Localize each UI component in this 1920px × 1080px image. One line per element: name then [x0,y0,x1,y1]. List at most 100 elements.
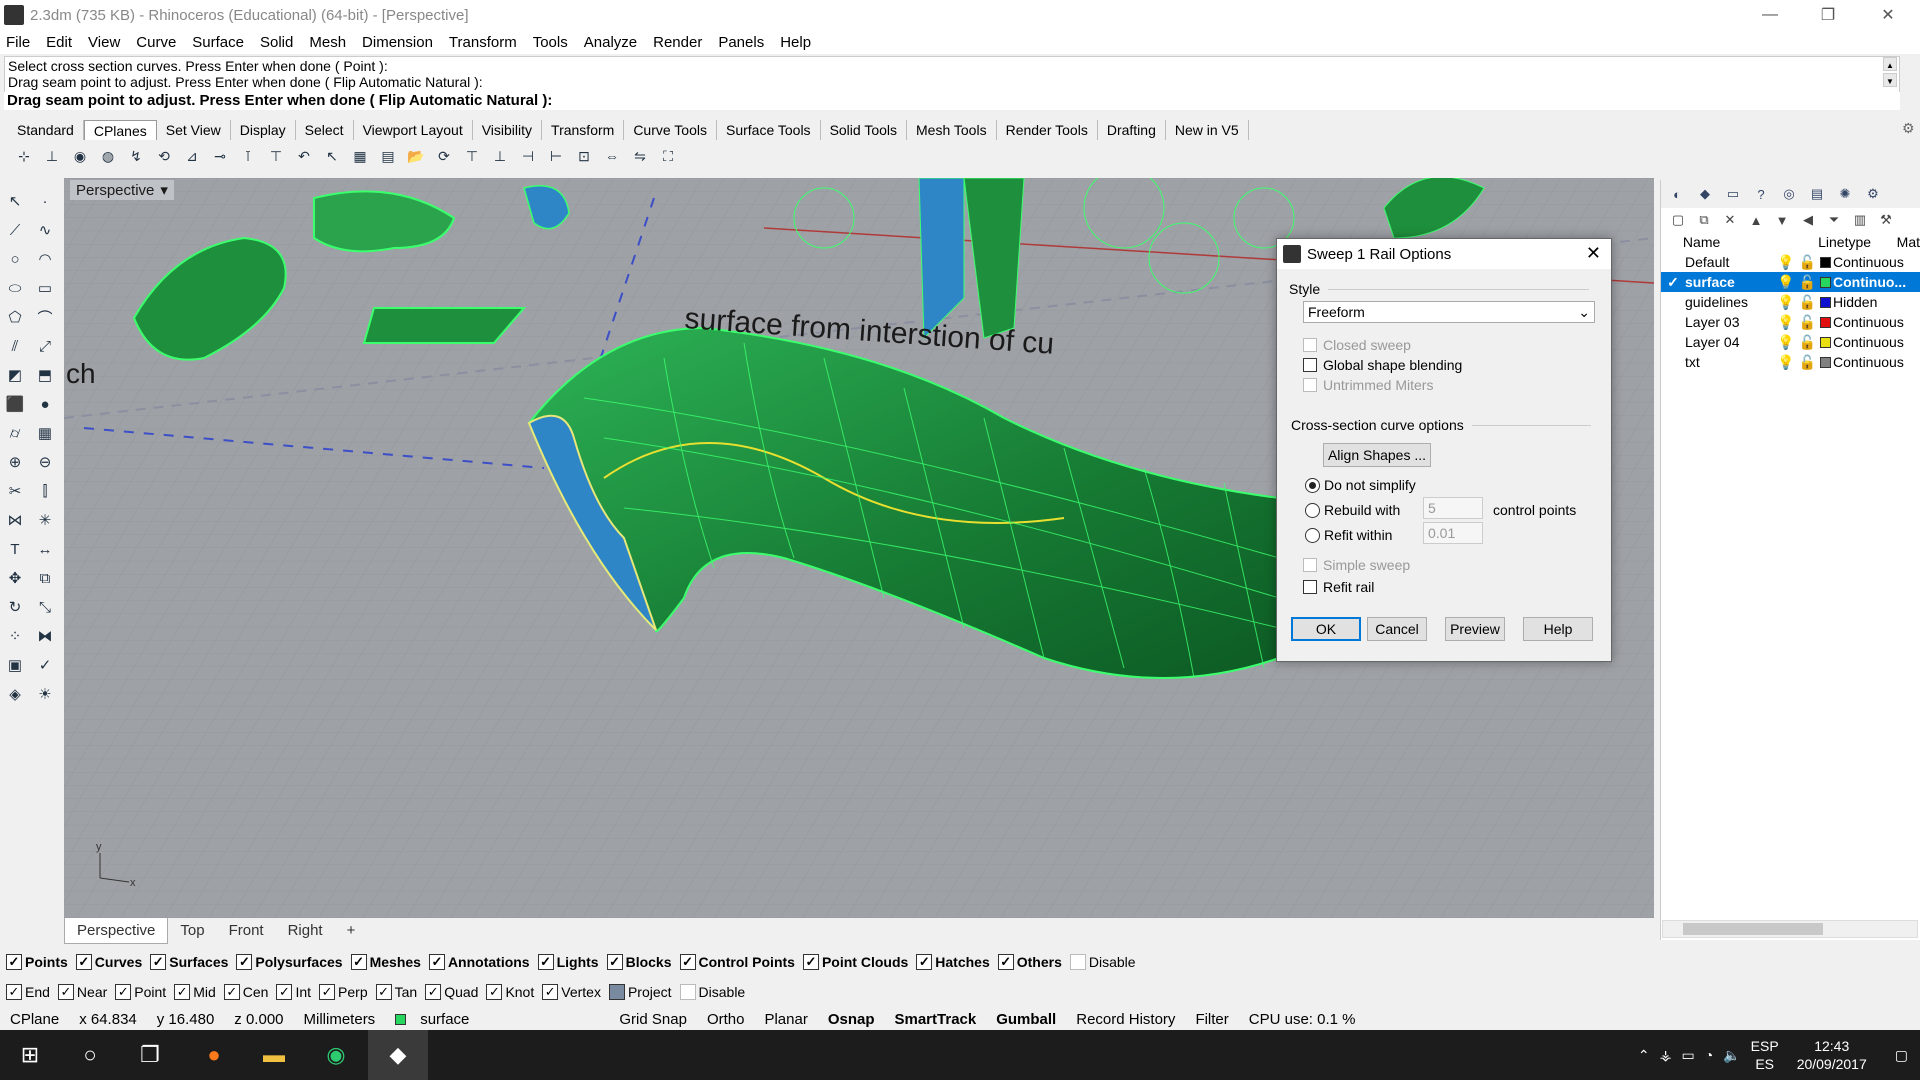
layer-color-swatch[interactable] [1819,356,1831,368]
named-views-icon[interactable]: ◎ [1779,184,1799,204]
layer-color-swatch[interactable] [1819,256,1831,268]
tab-standard[interactable]: Standard [8,120,84,140]
start-windows-icon[interactable]: ⊞ [0,1030,60,1080]
cplane-named-icon[interactable]: ⟳ [432,144,456,168]
rebuild-with-radio[interactable]: Rebuild with [1305,502,1400,518]
osnap-toggle[interactable]: Osnap [818,1011,885,1028]
filter-icon[interactable]: ⏷ [1825,211,1843,229]
move-icon[interactable]: ✥ [2,565,28,591]
layer-states-icon[interactable]: ▥ [1851,211,1869,229]
global-shape-blending-checkbox[interactable]: Global shape blending [1303,357,1462,373]
help-button[interactable]: Help [1523,617,1593,641]
smarttrack-toggle[interactable]: SmartTrack [885,1011,987,1028]
menu-edit[interactable]: Edit [46,34,72,51]
cancel-button[interactable]: Cancel [1367,617,1427,641]
tab-right[interactable]: Right [276,918,335,944]
cplane-rotate-icon[interactable]: ⟲ [152,144,176,168]
osnap-vertex-checkbox[interactable]: ✓ Vertex [542,984,601,1000]
cplane-curve-icon[interactable]: ↯ [124,144,148,168]
column-name[interactable]: Name [1683,234,1767,250]
cplane-surface-icon[interactable]: ◍ [96,144,120,168]
tab-render-tools[interactable]: Render Tools [997,120,1098,140]
clock[interactable]: 12:43 20/09/2017 [1797,1037,1867,1073]
cylinder-icon[interactable]: ⌭ [2,420,28,446]
rotate-icon[interactable]: ↻ [2,594,28,620]
cplane-xaxis-icon[interactable]: ⊸ [208,144,232,168]
viewport-menu-chevron-icon[interactable]: ▾ [160,181,168,199]
layer-name[interactable]: Default [1685,254,1777,270]
tab-perspective[interactable]: Perspective [64,918,169,944]
cplane-right-icon[interactable]: ⊢ [544,144,568,168]
menu-solid[interactable]: Solid [260,34,293,51]
rhino-taskbar-icon[interactable]: ◆ [368,1030,428,1080]
filter-lights-checkbox[interactable]: ✓ Lights [537,954,599,970]
lock-icon[interactable]: 🔓 [1798,334,1815,351]
ellipse-icon[interactable]: ⬭ [2,275,28,301]
group-icon[interactable]: ▣ [2,652,28,678]
do-not-simplify-radio[interactable]: Do not simplify [1305,477,1416,493]
menu-surface[interactable]: Surface [192,34,244,51]
cplane-front-icon[interactable]: ⊡ [572,144,596,168]
osnap-cen-checkbox[interactable]: ✓ Cen [223,984,268,1000]
layers-panel-icon[interactable]: ◆ [1695,184,1715,204]
file-explorer-icon[interactable]: ▬ [244,1030,304,1080]
layer-name[interactable]: txt [1685,354,1777,370]
filter-polysurfaces-checkbox[interactable]: ✓ Polysurfaces [236,954,343,970]
lightbulb-icon[interactable]: 💡 [1777,294,1794,311]
dialog-title-bar[interactable]: Sweep 1 Rail Options ✕ [1277,239,1611,269]
cplane-undo-icon[interactable]: ↶ [292,144,316,168]
cplane-back-icon[interactable]: ⇔ [600,144,624,168]
lock-icon[interactable]: 🔓 [1798,314,1815,331]
layer-linetype[interactable]: Hidden [1833,294,1919,310]
record-history-toggle[interactable]: Record History [1066,1011,1185,1028]
text-icon[interactable]: T [2,536,28,562]
network-icon[interactable]: ⚶ [1660,1047,1672,1064]
cplane-left-icon[interactable]: ⊣ [516,144,540,168]
layer-name[interactable]: guidelines [1685,294,1777,310]
cplane-object-icon[interactable]: ◉ [68,144,92,168]
tray-chevron-icon[interactable]: ⌃ [1638,1047,1650,1064]
volume-icon[interactable]: 🔈 [1723,1047,1740,1064]
layer-linetype[interactable]: Continuo... [1833,274,1919,290]
tab-curve-tools[interactable]: Curve Tools [624,120,717,140]
layer-name[interactable]: Layer 03 [1685,314,1777,330]
layer-row[interactable]: Default 💡 🔓 Continuous [1661,252,1920,272]
lightbulb-icon[interactable]: 💡 [1777,314,1794,331]
grid-snap-toggle[interactable]: Grid Snap [609,1011,697,1028]
add-viewport-tab-icon[interactable]: + [335,918,368,944]
select-arrow-icon[interactable]: ↖ [2,188,28,214]
boolean-difference-icon[interactable]: ⊖ [32,449,58,475]
toolbar-settings-gear-icon[interactable]: ⚙ [1902,120,1915,137]
cplane-top-icon[interactable]: ⊤ [460,144,484,168]
move-out-icon[interactable]: ◀ [1799,211,1817,229]
surface-corner-icon[interactable]: ◩ [2,362,28,388]
tab-visibility[interactable]: Visibility [473,120,543,140]
tab-select[interactable]: Select [296,120,354,140]
layer-row[interactable]: ✓ surface 💡 🔓 Continuo... [1661,272,1920,292]
filter-others-checkbox[interactable]: ✓ Others [997,954,1062,970]
layer-color-swatch[interactable] [1819,296,1831,308]
layer-row[interactable]: txt 💡 🔓 Continuous [1661,352,1920,372]
lightbulb-icon[interactable]: 💡 [1777,334,1794,351]
copy-icon[interactable]: ⧉ [32,565,58,591]
refit-within-radio[interactable]: Refit within [1305,527,1392,543]
extend-curve-icon[interactable]: ⤢ [32,333,58,359]
close-button[interactable]: ✕ [1860,0,1916,30]
tab-display[interactable]: Display [231,120,296,140]
scale-icon[interactable]: ⤡ [32,594,58,620]
properties-panel-icon[interactable]: ◐ [1667,184,1687,204]
tab-cplanes[interactable]: CPlanes [83,120,157,140]
layer-color-swatch[interactable] [1819,276,1831,288]
filter-disable-checkbox[interactable]: Disable [1069,954,1136,970]
layer-horizontal-scrollbar[interactable] [1662,920,1918,938]
cplane-view-icon[interactable]: ⊤ [264,144,288,168]
arc-icon[interactable]: ◠ [32,246,58,272]
osnap-knot-checkbox[interactable]: ✓ Knot [486,984,534,1000]
light-icon[interactable]: ☀ [32,681,58,707]
battery-icon[interactable]: ▭ [1682,1047,1695,1064]
tab-viewport-layout[interactable]: Viewport Layout [354,120,473,140]
layer-linetype[interactable]: Continuous [1833,354,1919,370]
closed-sweep-checkbox[interactable]: Closed sweep [1303,337,1411,353]
analyze-icon[interactable]: ✓ [32,652,58,678]
cplane-grid-icon[interactable]: ▦ [348,144,372,168]
